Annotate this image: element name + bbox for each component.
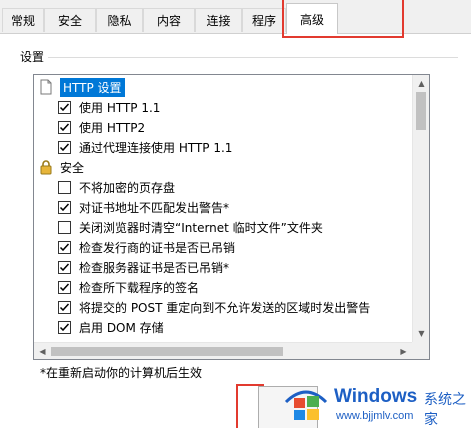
- tree-category-security[interactable]: 安全: [34, 157, 412, 177]
- page-icon: [38, 79, 54, 95]
- tree-item-label: 检查服务器证书是否已吊销*: [79, 260, 230, 275]
- button-highlight-box: [236, 384, 264, 428]
- tree-item-label: 将提交的 POST 重定向到不允许发送的区域时发出警告: [79, 300, 371, 315]
- tree-item[interactable]: 检查发行商的证书是否已吊销: [34, 237, 412, 257]
- tree-item-label: 检查所下载程序的签名: [79, 280, 200, 295]
- scroll-up-icon[interactable]: ▲: [413, 75, 429, 92]
- lock-icon: [38, 159, 54, 175]
- vertical-scroll-thumb[interactable]: [416, 92, 426, 130]
- tab-label: 连接: [206, 14, 231, 28]
- checkbox[interactable]: [58, 300, 71, 314]
- checkbox[interactable]: [58, 120, 71, 134]
- checkbox[interactable]: [58, 240, 71, 254]
- tree-item-label: 对证书地址不匹配发出警告*: [79, 200, 230, 215]
- restart-footnote: *在重新启动你的计算机后生效: [40, 366, 203, 380]
- tree-item-label: 不将加密的页存盘: [79, 180, 176, 195]
- tab-label: 常规: [10, 14, 35, 28]
- checkbox[interactable]: [58, 320, 71, 334]
- tree-item[interactable]: 启用 DOM 存储: [34, 317, 412, 337]
- windows-logo-icon: [284, 390, 328, 420]
- tree-item-label: 通过代理连接使用 HTTP 1.1: [79, 140, 233, 155]
- horizontal-scrollbar[interactable]: ◀ ▶: [34, 342, 412, 359]
- tree-category-http[interactable]: HTTP 设置: [34, 77, 412, 97]
- tab-label: 安全: [57, 14, 82, 28]
- tree-category-label: 安全: [60, 160, 85, 175]
- tree-item[interactable]: 检查所下载程序的签名: [34, 277, 412, 297]
- checkbox[interactable]: [58, 220, 71, 234]
- tree-item[interactable]: 关闭浏览器时清空“Internet 临时文件”文件夹: [34, 217, 412, 237]
- scroll-right-icon[interactable]: ▶: [395, 343, 412, 359]
- checkbox[interactable]: [58, 260, 71, 274]
- tab-label: 内容: [156, 14, 181, 28]
- settings-group-title: 设置: [20, 48, 49, 65]
- tree-item-label: 检查发行商的证书是否已吊销: [79, 240, 236, 255]
- tree-item[interactable]: 检查服务器证书是否已吊销*: [34, 257, 412, 277]
- tab-privacy[interactable]: 隐私: [96, 8, 143, 32]
- checkbox[interactable]: [58, 140, 71, 154]
- scroll-left-icon[interactable]: ◀: [34, 343, 51, 359]
- tab-programs[interactable]: 程序: [242, 8, 286, 32]
- checkbox[interactable]: [58, 180, 71, 194]
- scrollbar-corner: [412, 342, 429, 359]
- tree-item[interactable]: 对证书地址不匹配发出警告*: [34, 197, 412, 217]
- tab-connections[interactable]: 连接: [195, 8, 242, 32]
- checkbox[interactable]: [58, 280, 71, 294]
- tab-label: 隐私: [107, 14, 132, 28]
- tree-item-label: 启用 DOM 存储: [79, 320, 164, 335]
- scroll-down-icon[interactable]: ▼: [413, 325, 429, 342]
- watermark-subtitle: 系统之家: [424, 392, 466, 428]
- watermark-title: Windows: [334, 386, 418, 407]
- tab-content[interactable]: 内容: [143, 8, 195, 32]
- tree-item-label: 使用 HTTP2: [79, 120, 146, 135]
- tree-item[interactable]: 将提交的 POST 重定向到不允许发送的区域时发出警告: [34, 297, 412, 317]
- advanced-tab-highlight-box: [282, 0, 404, 38]
- tab-security[interactable]: 安全: [44, 8, 96, 32]
- tree-item[interactable]: 使用 HTTP2: [34, 117, 412, 137]
- tree-item-label: 使用 HTTP 1.1: [79, 100, 161, 115]
- checkbox[interactable]: [58, 100, 71, 114]
- tree-category-label: HTTP 设置: [60, 77, 125, 97]
- watermark: Windows 系统之家 www.bjjmlv.com: [276, 376, 471, 428]
- settings-tree-list[interactable]: HTTP 设置 使用 HTTP 1.1 使用 HTTP2 通过代理连接使用 HT…: [33, 74, 430, 360]
- tree-item[interactable]: 使用 HTTP 1.1: [34, 97, 412, 117]
- tree-item[interactable]: 通过代理连接使用 HTTP 1.1: [34, 137, 412, 157]
- tree-item-label: 关闭浏览器时清空“Internet 临时文件”文件夹: [79, 220, 323, 235]
- tree-item[interactable]: 不将加密的页存盘: [34, 177, 412, 197]
- group-divider: [20, 57, 458, 58]
- tab-general[interactable]: 常规: [2, 8, 44, 32]
- tab-label: 程序: [251, 14, 276, 28]
- vertical-scrollbar[interactable]: ▲ ▼: [412, 75, 429, 342]
- watermark-url: www.bjjmlv.com: [336, 410, 414, 422]
- horizontal-scroll-thumb[interactable]: [51, 347, 283, 356]
- checkbox[interactable]: [58, 200, 71, 214]
